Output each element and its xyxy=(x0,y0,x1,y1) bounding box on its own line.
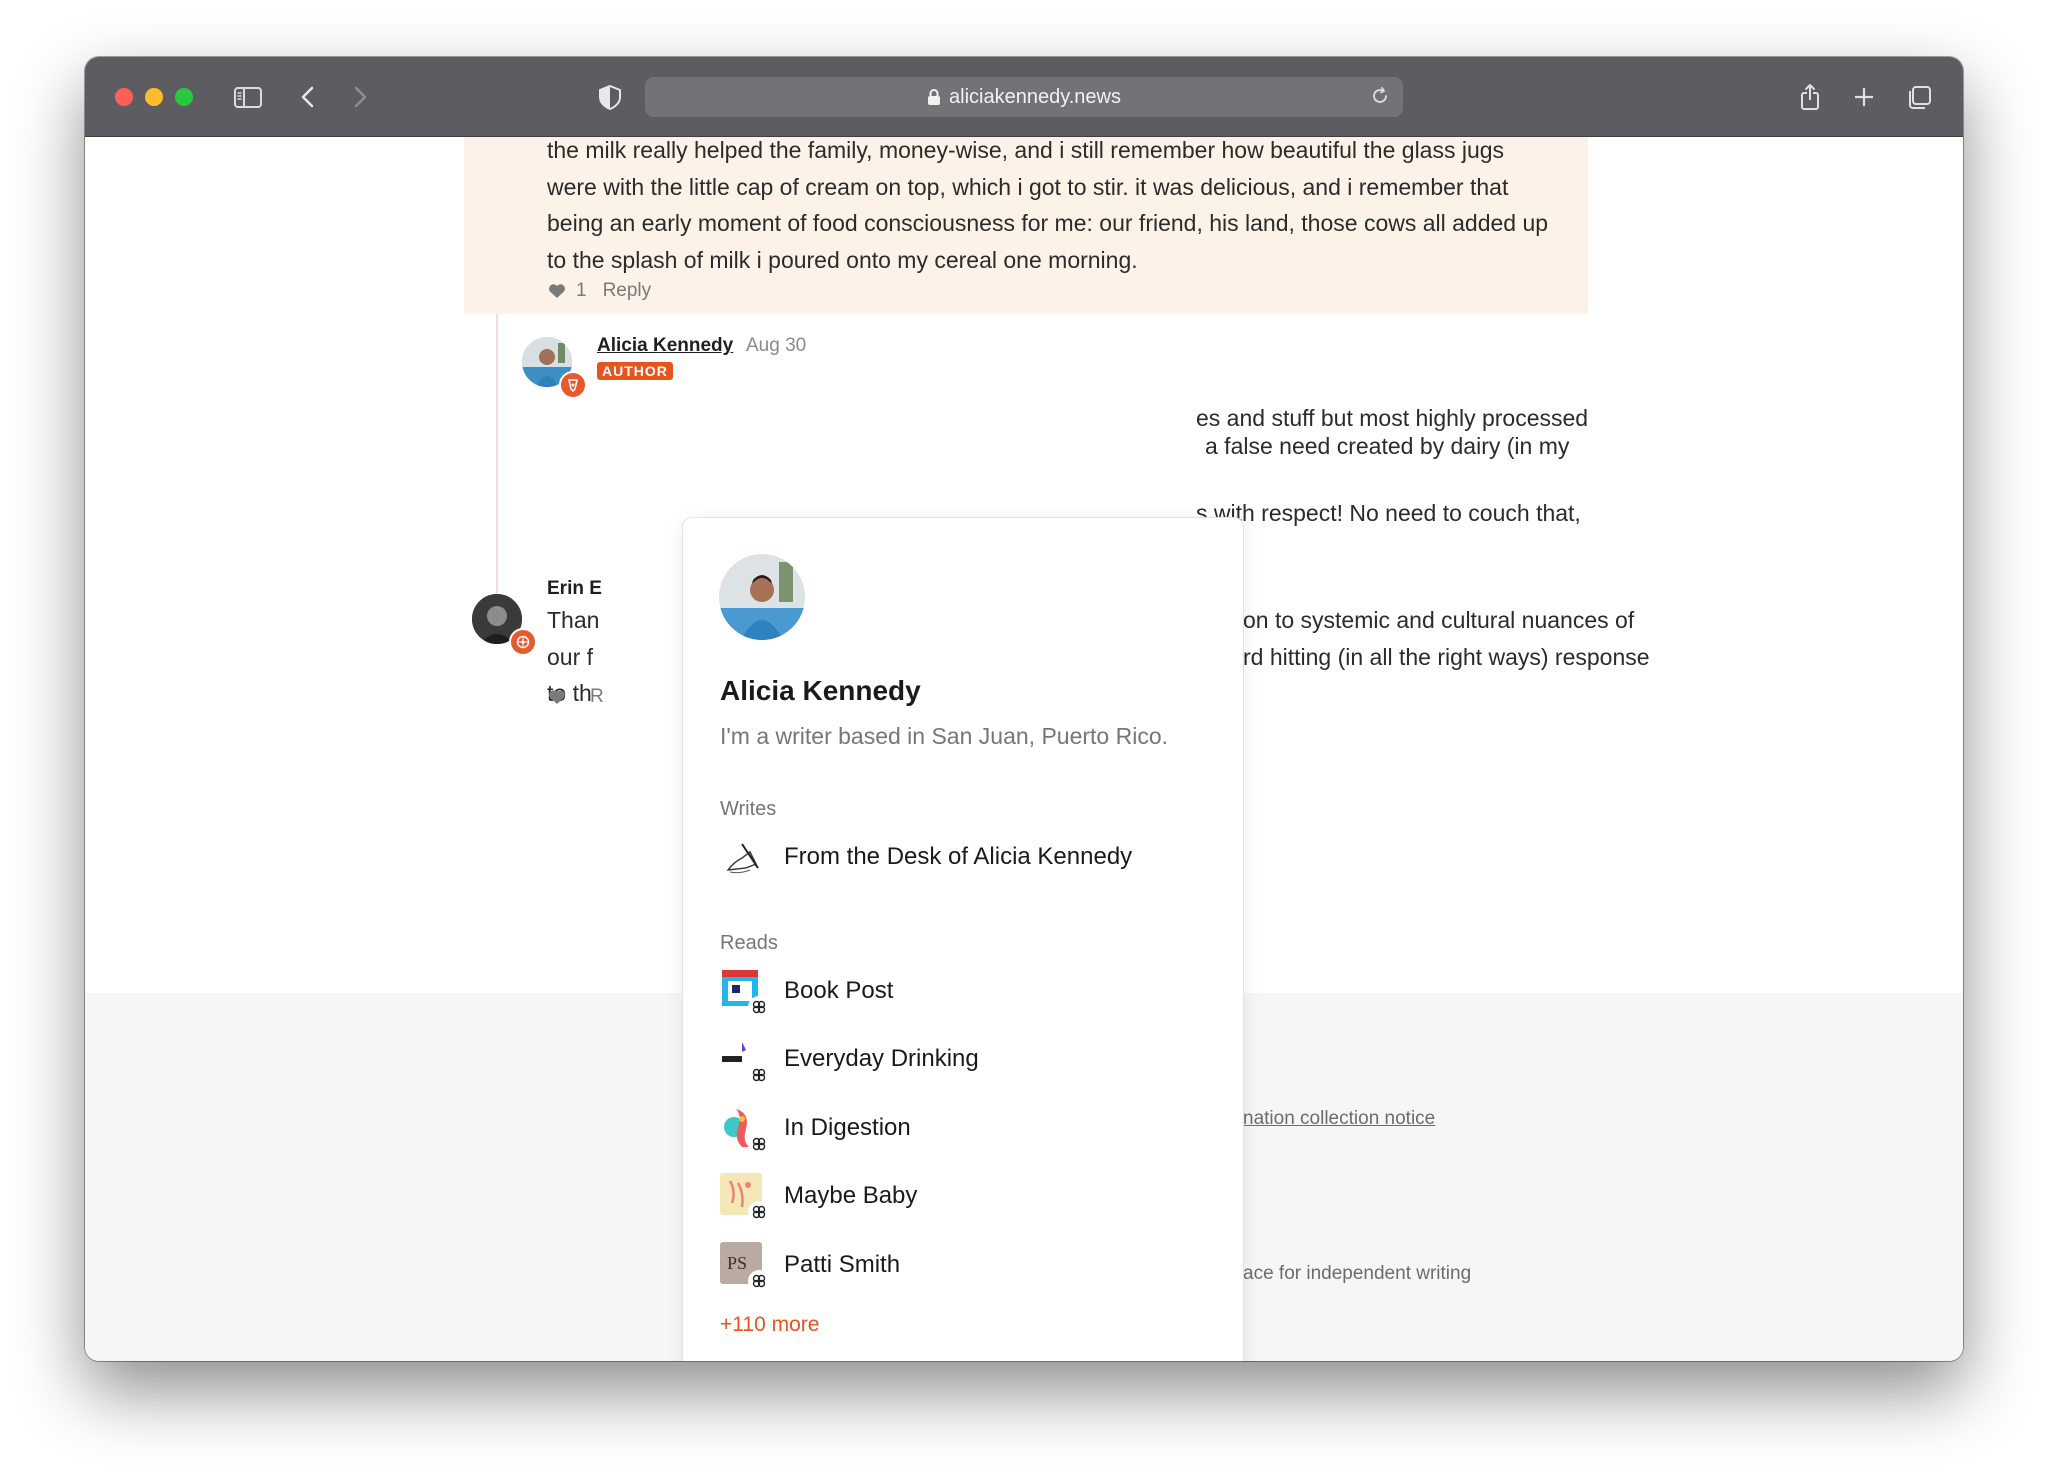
erin-comment-actions: R xyxy=(548,686,604,708)
in-digestion-icon xyxy=(720,1105,770,1155)
minimize-window-button[interactable] xyxy=(145,88,163,106)
profile-hover-card: Alicia Kennedy I'm a writer based in San… xyxy=(682,517,1244,1361)
thread-line xyxy=(496,314,498,604)
writes-publication-name: From the Desk of Alicia Kennedy xyxy=(784,843,1133,870)
browser-toolbar: aliciakennedy.news xyxy=(85,57,1963,137)
back-arrow-icon[interactable] xyxy=(290,79,326,115)
subscribe-badge-icon xyxy=(748,996,770,1018)
close-window-button[interactable] xyxy=(115,88,133,106)
author-reply-line: s with respect! No need to couch that, xyxy=(1196,500,1581,526)
reads-heading: Reads xyxy=(720,932,778,954)
subscribe-badge-icon xyxy=(748,1201,770,1223)
reply-button[interactable]: Reply xyxy=(603,280,652,302)
browser-window: aliciakennedy.news the milk really helpe… xyxy=(85,57,1963,1361)
reads-item-maybe-baby[interactable]: Maybe Baby xyxy=(720,1173,918,1223)
writer-badge-icon xyxy=(559,371,587,399)
reload-icon[interactable] xyxy=(1369,85,1391,107)
everyday-drinking-icon xyxy=(720,1036,770,1086)
reads-item-in-digestion[interactable]: In Digestion xyxy=(720,1105,911,1155)
maybe-baby-icon xyxy=(720,1173,770,1223)
subscriber-badge-icon xyxy=(509,628,537,656)
author-tag: AUTHOR xyxy=(597,362,673,380)
patti-smith-icon: PS xyxy=(720,1242,770,1292)
hand-drawing-icon xyxy=(720,834,766,880)
new-tab-plus-icon[interactable] xyxy=(1846,79,1882,115)
subscribe-badge-icon xyxy=(748,1270,770,1292)
forward-arrow-icon[interactable] xyxy=(342,79,378,115)
address-bar[interactable]: aliciakennedy.news xyxy=(645,77,1403,117)
reads-item-label: Everyday Drinking xyxy=(784,1045,979,1072)
reads-item-label: In Digestion xyxy=(784,1114,911,1141)
reads-item-patti-smith[interactable]: PS Patti Smith xyxy=(720,1242,901,1292)
profile-avatar[interactable] xyxy=(719,554,805,640)
reads-item-everyday-drinking[interactable]: Everyday Drinking xyxy=(720,1036,979,1086)
privacy-shield-icon[interactable] xyxy=(592,79,628,115)
erin-name[interactable]: Erin E xyxy=(547,578,602,600)
lock-icon xyxy=(928,89,941,105)
reads-item-book-post[interactable]: Book Post xyxy=(720,968,894,1018)
author-reply-line: a false need created by dairy (in my xyxy=(1205,433,1570,459)
reads-item-label: Patti Smith xyxy=(784,1251,901,1278)
reads-item-label: Book Post xyxy=(784,977,894,1004)
comment-date[interactable]: Aug 30 xyxy=(746,335,806,357)
page-content: the milk really helped the family, money… xyxy=(85,137,1963,1361)
footer-tagline: ace for independent writing xyxy=(1243,1263,1472,1284)
heart-icon[interactable] xyxy=(548,283,566,299)
like-count: 1 xyxy=(576,280,587,301)
sidebar-toggle-icon[interactable] xyxy=(230,79,266,115)
heart-icon[interactable] xyxy=(548,689,566,705)
share-icon[interactable] xyxy=(1792,79,1828,115)
book-post-icon xyxy=(720,968,770,1018)
subscribe-badge-icon xyxy=(748,1064,770,1086)
comment-body: the milk really helped the family, money… xyxy=(547,137,1549,273)
address-url: aliciakennedy.news xyxy=(949,85,1121,108)
tab-overview-icon[interactable] xyxy=(1901,79,1937,115)
comment-actions: 1 Reply xyxy=(548,280,651,302)
svg-text:PS: PS xyxy=(727,1253,747,1273)
reply-button[interactable]: R xyxy=(590,686,604,708)
reads-item-label: Maybe Baby xyxy=(784,1182,918,1209)
collection-notice-link[interactable]: nation collection notice xyxy=(1243,1108,1435,1130)
writes-heading: Writes xyxy=(720,798,777,820)
writes-publication-row[interactable]: From the Desk of Alicia Kennedy xyxy=(720,834,1132,880)
zoom-window-button[interactable] xyxy=(175,88,193,106)
subscribe-badge-icon xyxy=(748,1133,770,1155)
comment-author-name[interactable]: Alicia Kennedy xyxy=(597,335,733,357)
profile-name[interactable]: Alicia Kennedy xyxy=(720,675,921,707)
more-reads-link[interactable]: +110 more xyxy=(720,1313,819,1337)
erin-comment-right: on to systemic and cultural nuances of r… xyxy=(1243,607,1650,670)
profile-bio: I'm a writer based in San Juan, Puerto R… xyxy=(720,723,1168,749)
